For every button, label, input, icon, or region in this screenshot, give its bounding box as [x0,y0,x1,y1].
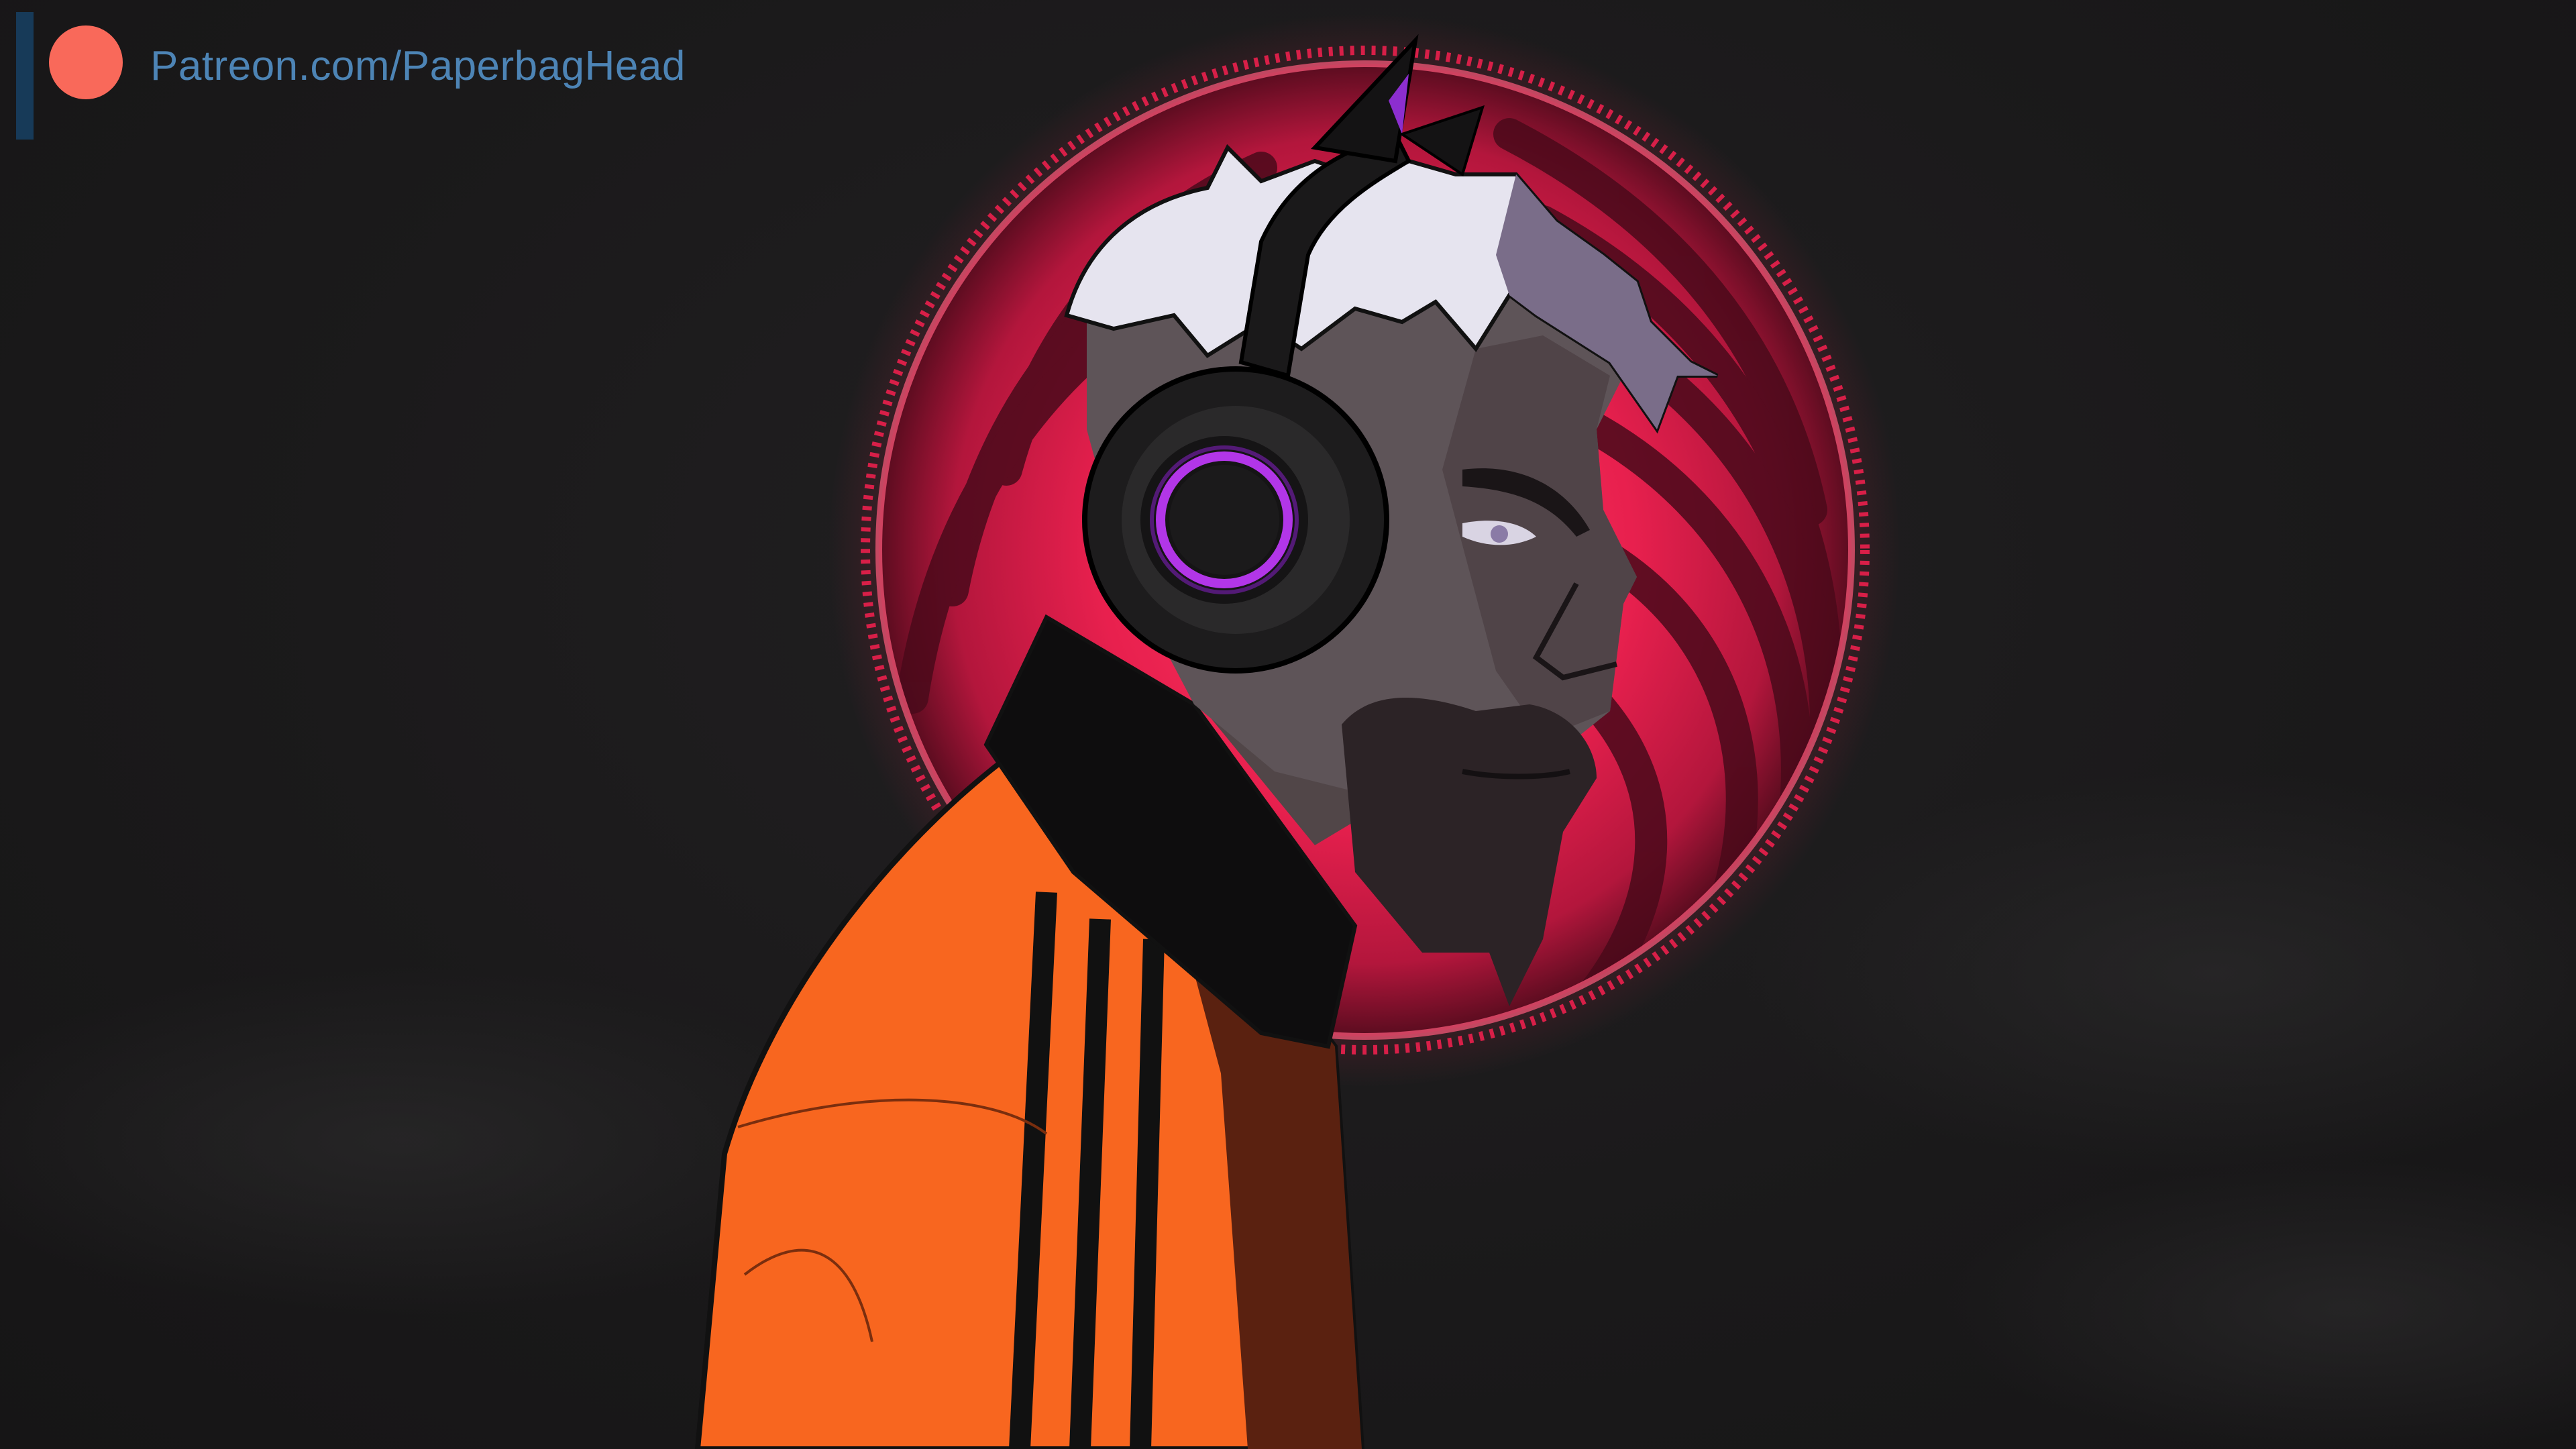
patreon-logo-icon [49,25,123,99]
illustration-canvas: Patreon.com/PaperbagHead [0,0,2576,1449]
fog-patch [1744,771,2576,1174]
patreon-link-text[interactable]: Patreon.com/PaperbagHead [150,46,686,87]
fog-patch [1945,1161,2576,1449]
artwork [0,13,2576,1449]
patreon-logo-bar [16,12,34,140]
